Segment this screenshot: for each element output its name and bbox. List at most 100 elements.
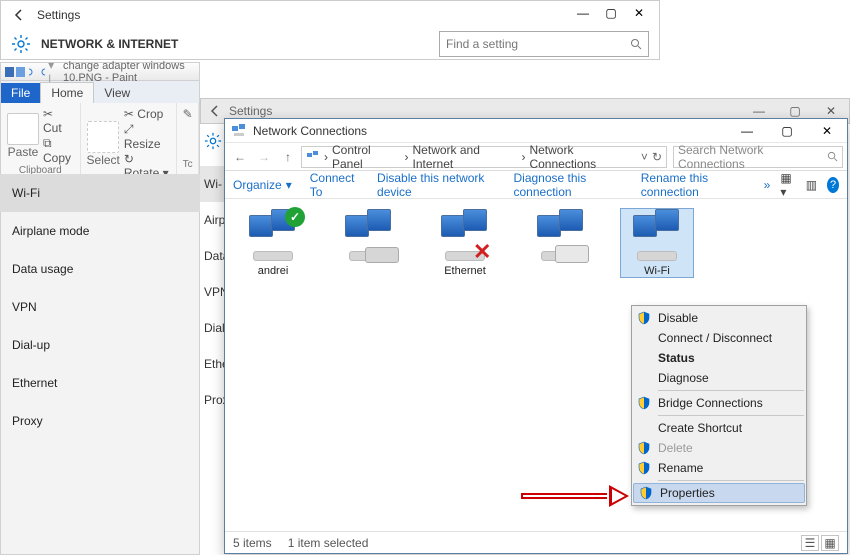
nav-back-icon[interactable]: ←: [229, 146, 251, 168]
context-menu-label: Status: [658, 351, 695, 365]
explorer-titlebar: Network Connections — ▢ ✕: [225, 119, 847, 143]
context-menu-create-shortcut[interactable]: Create Shortcut: [632, 418, 806, 438]
crop-button[interactable]: ✂ Crop: [124, 107, 163, 121]
nav-forward-icon[interactable]: →: [253, 146, 275, 168]
network-icon: [306, 150, 320, 164]
settings-search[interactable]: Find a setting: [439, 31, 649, 57]
breadcrumb-dropdown-icon[interactable]: ˅: [641, 150, 648, 164]
crumb-network-connections[interactable]: Network Connections: [529, 143, 636, 171]
network-adapter-label: Wi-Fi: [644, 265, 670, 277]
toolbar-diagnose[interactable]: Diagnose this connection: [514, 171, 623, 199]
back-icon[interactable]: [9, 5, 29, 25]
settings-sidebar: Wi-FiAirplane modeData usageVPNDial-upEt…: [0, 174, 200, 440]
cut-button[interactable]: ✂ Cut: [43, 107, 74, 135]
network-adapter-item[interactable]: [333, 209, 405, 265]
toolbar-disable[interactable]: Disable this network device: [377, 171, 495, 199]
maximize-button[interactable]: ▢: [597, 3, 625, 23]
shield-icon: [637, 461, 651, 475]
sidebar-item-vpn[interactable]: VPN: [0, 288, 200, 326]
tab-home[interactable]: Home: [40, 82, 94, 103]
breadcrumb[interactable]: › Control Panel› Network and Internet› N…: [301, 146, 667, 168]
copy-button[interactable]: ⧉ Copy: [43, 136, 74, 165]
settings-window-bg: Settings — ▢ ✕ NETWORK & INTERNET Find a…: [0, 0, 660, 60]
sidebar-item-dial-up[interactable]: Dial-up: [0, 326, 200, 364]
context-menu-connect-disconnect[interactable]: Connect / Disconnect: [632, 328, 806, 348]
context-menu-status[interactable]: Status: [632, 348, 806, 368]
settings-heading: NETWORK & INTERNET: [41, 37, 178, 51]
context-menu-diagnose[interactable]: Diagnose: [632, 368, 806, 388]
shield-icon: [637, 396, 651, 410]
paste-icon[interactable]: [7, 113, 39, 145]
toolbar-connect-to[interactable]: Connect To: [310, 171, 359, 199]
tab-file[interactable]: File: [1, 83, 40, 103]
ribbon-group-clipboard: Paste ✂ Cut ⧉ Copy Clipboard: [1, 103, 81, 174]
context-menu-bridge-connections[interactable]: Bridge Connections: [632, 393, 806, 413]
sidebar-item-wi-fi[interactable]: Wi-Fi: [0, 174, 200, 212]
shield-icon: [639, 486, 653, 500]
crumb-network-internet[interactable]: Network and Internet: [413, 143, 518, 171]
shield-icon: [637, 311, 651, 325]
paint-ribbon: Paste ✂ Cut ⧉ Copy Clipboard Select ✂ Cr…: [1, 103, 199, 175]
toolbar-rename[interactable]: Rename this connection: [641, 171, 746, 199]
context-menu-properties[interactable]: Properties: [633, 483, 805, 503]
toolbar-organize[interactable]: Organize ▾: [233, 178, 292, 192]
select-icon[interactable]: [87, 121, 119, 153]
minimize-button[interactable]: —: [727, 119, 767, 143]
context-menu-rename[interactable]: Rename: [632, 458, 806, 478]
network-adapter-item[interactable]: [525, 209, 597, 265]
explorer-toolbar: Organize ▾ Connect To Disable this netwo…: [225, 171, 847, 199]
maximize-button[interactable]: ▢: [767, 119, 807, 143]
toolbar-overflow-icon[interactable]: »: [764, 178, 771, 192]
sidebar-item-ethernet[interactable]: Ethernet: [0, 364, 200, 402]
help-icon[interactable]: ?: [827, 177, 839, 193]
context-menu-separator: [658, 480, 804, 481]
resize-button[interactable]: ⤢ Resize: [124, 122, 170, 151]
context-menu-label: Rename: [658, 461, 703, 475]
network-adapter-item[interactable]: ✕Ethernet: [429, 209, 501, 277]
context-menu-delete: Delete: [632, 438, 806, 458]
network-adapter-item[interactable]: ✓andrei: [237, 209, 309, 277]
view-icons-icon[interactable]: ▦: [821, 535, 839, 551]
crumb-control-panel[interactable]: Control Panel: [332, 143, 401, 171]
window-controls: — ▢ ✕: [569, 3, 653, 23]
paste-label: Paste: [8, 145, 39, 159]
gear-icon: [204, 132, 222, 150]
paint-tabs: File Home View: [1, 81, 199, 103]
network-adapter-item[interactable]: Wi-Fi: [621, 209, 693, 277]
view-dropdown-icon[interactable]: ▦ ▾: [780, 171, 795, 199]
view-details-icon[interactable]: ☰: [801, 535, 819, 551]
network-adapter-label: andrei: [258, 265, 289, 277]
context-menu-separator: [658, 415, 804, 416]
minimize-button[interactable]: —: [569, 3, 597, 23]
explorer-statusbar: 5 items 1 item selected ☰ ▦: [225, 531, 847, 553]
ribbon-group-image: Select ✂ Crop ⤢ Resize ↻ Rotate ▾ Image: [81, 103, 178, 174]
explorer-search[interactable]: Search Network Connections: [673, 146, 843, 168]
tab-view[interactable]: View: [94, 83, 140, 103]
context-menu-label: Diagnose: [658, 371, 709, 385]
paint-document-title: change adapter windows 10.PNG - Paint: [63, 60, 199, 84]
sidebar-item-data-usage[interactable]: Data usage: [0, 250, 200, 288]
shield-icon: [637, 441, 651, 455]
annotation-arrow: [521, 485, 629, 507]
back-icon[interactable]: [201, 104, 229, 118]
context-menu-label: Delete: [658, 441, 693, 455]
settings-2-title: Settings: [229, 104, 272, 118]
explorer-title: Network Connections: [253, 124, 367, 138]
settings-title: Settings: [37, 8, 80, 22]
sidebar-item-proxy[interactable]: Proxy: [0, 402, 200, 440]
network-connections-icon: [231, 123, 247, 139]
search-icon: [630, 38, 642, 50]
close-button[interactable]: ✕: [807, 119, 847, 143]
pencil-icon[interactable]: ✎: [183, 107, 193, 121]
paint-titlebar: ▾ | change adapter windows 10.PNG - Pain…: [1, 63, 199, 81]
explorer-body: ✓andrei ✕Ethernet Wi-Fi DisableConnect / D…: [225, 199, 847, 531]
select-label: Select: [87, 153, 120, 167]
sidebar-item-airplane-mode[interactable]: Airplane mode: [0, 212, 200, 250]
close-button[interactable]: ✕: [625, 3, 653, 23]
refresh-icon[interactable]: ↻: [652, 150, 662, 164]
nav-up-icon[interactable]: ↑: [277, 146, 299, 168]
context-menu-disable[interactable]: Disable: [632, 308, 806, 328]
context-menu-label: Create Shortcut: [658, 421, 742, 435]
settings-2-heading: [204, 132, 222, 150]
preview-pane-icon[interactable]: ▥: [806, 178, 817, 192]
